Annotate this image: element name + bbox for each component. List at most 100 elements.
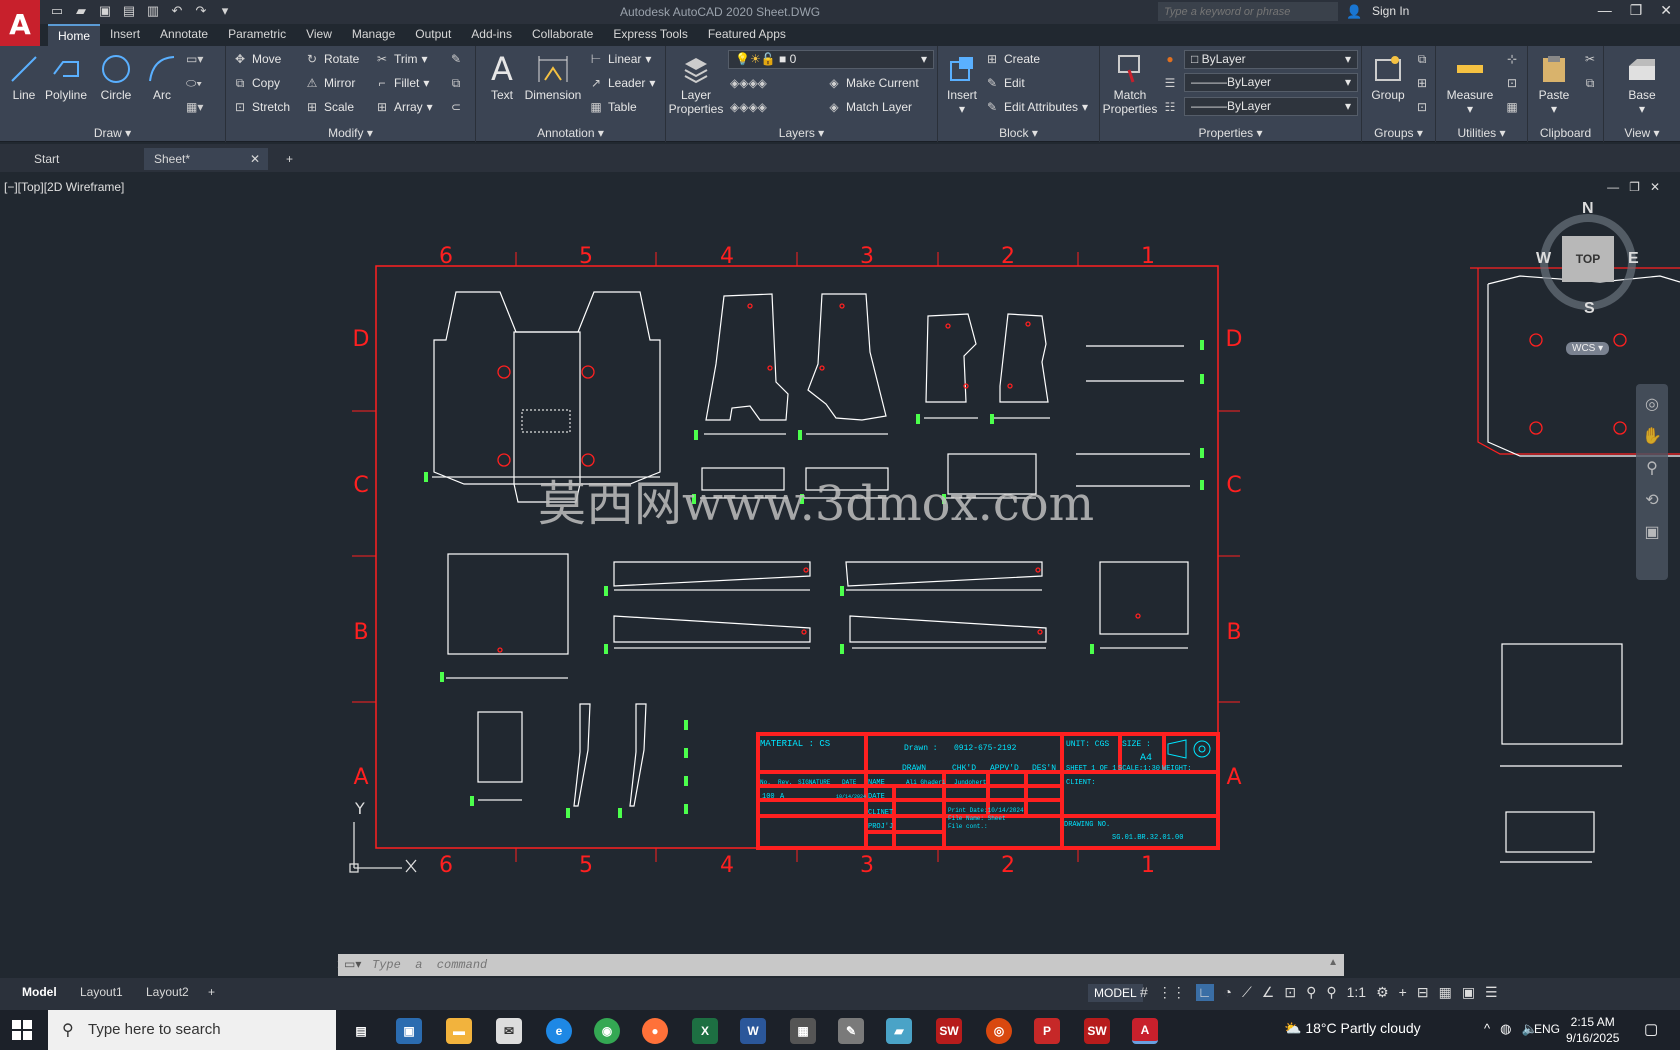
viewcube[interactable]: TOP N S E W: [1536, 200, 1640, 317]
layer-dropdown[interactable]: 💡☀🔓 ■ 0 ▾: [728, 50, 934, 69]
view-panel-title[interactable]: View ▾: [1604, 126, 1680, 140]
array-button[interactable]: ⊞ Array ▾: [374, 100, 433, 114]
windows-start-icon[interactable]: [12, 1020, 32, 1040]
table-button[interactable]: ▦ Table: [588, 100, 636, 114]
redo-icon[interactable]: ↷: [192, 2, 210, 20]
polar-icon[interactable]: ◔: [1224, 984, 1232, 1001]
model-space-button[interactable]: MODEL: [1088, 984, 1143, 1002]
isolate-icon[interactable]: ⊟: [1417, 984, 1429, 1001]
linear-button[interactable]: ⊢ Linear ▾: [588, 52, 652, 66]
tab-express-tools[interactable]: Express Tools: [603, 24, 697, 46]
tab-featured-apps[interactable]: Featured Apps: [698, 24, 796, 46]
color-dropdown[interactable]: □ ByLayer ▾: [1184, 50, 1358, 69]
firefox-icon[interactable]: ●: [642, 1018, 668, 1044]
tab-collaborate[interactable]: Collaborate: [522, 24, 603, 46]
file-explorer-icon[interactable]: ▬: [446, 1018, 472, 1044]
scale-button[interactable]: ⊞ Scale: [304, 100, 354, 114]
tab-sheet[interactable]: Sheet* ✕: [144, 148, 268, 170]
pan-icon[interactable]: ✋: [1642, 426, 1662, 446]
polyline-button[interactable]: Polyline: [42, 52, 90, 102]
tab-layout2[interactable]: Layout2: [146, 985, 189, 999]
settings-gear-icon[interactable]: ⚙: [1376, 984, 1389, 1001]
command-input[interactable]: [372, 956, 1272, 974]
properties-panel-title[interactable]: Properties ▾: [1100, 126, 1361, 140]
match-layer-button[interactable]: ◈ Match Layer: [826, 100, 912, 114]
scale-dropdown[interactable]: 1:1: [1347, 984, 1366, 1001]
tab-model[interactable]: Model: [22, 985, 57, 999]
command-line[interactable]: ▭▾ ▲: [338, 954, 1344, 976]
utilities-panel-title[interactable]: Utilities ▾: [1436, 126, 1527, 140]
make-current-button[interactable]: ◈ Make Current: [826, 76, 918, 90]
osnap-icon[interactable]: ⊡: [1284, 984, 1296, 1001]
paste-button[interactable]: Paste ▾: [1530, 52, 1578, 116]
hatch-icon[interactable]: ▦▾: [186, 100, 203, 114]
tab-insert[interactable]: Insert: [100, 24, 150, 46]
orbit-icon[interactable]: ⟲: [1645, 490, 1658, 510]
groups-panel-title[interactable]: Groups ▾: [1362, 126, 1435, 140]
measure-button[interactable]: Measure ▾: [1442, 52, 1498, 116]
layer-tools-row2[interactable]: ◈◈◈◈: [730, 100, 767, 114]
paint-icon[interactable]: ✎: [838, 1018, 864, 1044]
solidworks2-icon[interactable]: SW: [1084, 1018, 1110, 1044]
compass-north[interactable]: N: [1582, 200, 1594, 218]
wcs-menu[interactable]: WCS ▾: [1566, 342, 1610, 355]
stretch-button[interactable]: ⊡ Stretch: [232, 100, 290, 114]
add-layout-icon[interactable]: +: [208, 985, 215, 999]
linetype-icon[interactable]: ☰: [1162, 76, 1178, 90]
task-view-icon[interactable]: ▤: [348, 1018, 374, 1044]
move-button[interactable]: ✥ Move: [232, 52, 281, 66]
tab-output[interactable]: Output: [405, 24, 461, 46]
block-panel-title[interactable]: Block ▾: [938, 126, 1099, 140]
tab-home[interactable]: Home: [48, 24, 101, 46]
layer-properties-button[interactable]: Layer Properties: [666, 52, 726, 116]
drawing-viewport[interactable]: [−][Top][2D Wireframe] — ❐ ✕ 6 5 4 3 2 1…: [0, 172, 1680, 952]
excel-icon[interactable]: X: [692, 1018, 718, 1044]
network-icon[interactable]: ◍: [1500, 1021, 1511, 1037]
restore-icon[interactable]: ❐: [1630, 2, 1643, 19]
annotation-panel-title[interactable]: Annotation ▾: [476, 126, 665, 140]
clean-screen-icon[interactable]: ▣: [1462, 984, 1475, 1001]
tab-manage[interactable]: Manage: [342, 24, 405, 46]
word-icon[interactable]: W: [740, 1018, 766, 1044]
clipboard-panel-title[interactable]: Clipboard: [1528, 126, 1603, 140]
tab-parametric[interactable]: Parametric: [218, 24, 296, 46]
autocad-taskbar-icon[interactable]: A: [1132, 1018, 1158, 1044]
insert-button[interactable]: Insert ▾: [938, 52, 986, 116]
customize-menu-icon[interactable]: ☰: [1485, 984, 1498, 1001]
viewcube-top-face[interactable]: TOP: [1562, 236, 1614, 282]
customize-qat-icon[interactable]: ▾: [216, 2, 234, 20]
close-icon[interactable]: ✕: [1660, 2, 1672, 19]
command-history-icon[interactable]: ▭▾: [344, 957, 361, 971]
hardware-accel-icon[interactable]: ▦: [1439, 984, 1452, 1001]
tab-annotate[interactable]: Annotate: [150, 24, 218, 46]
lineweight-icon[interactable]: ☷: [1162, 100, 1178, 114]
offset-icon[interactable]: ⊂: [448, 100, 464, 114]
zoom-icon[interactable]: ⚲: [1646, 458, 1658, 478]
ungroup-icon[interactable]: ⧉: [1414, 52, 1430, 66]
match-properties-button[interactable]: Match Properties: [1102, 52, 1158, 116]
plus-icon[interactable]: +: [1399, 984, 1407, 1001]
copy-button[interactable]: ⧉ Copy: [232, 76, 280, 90]
ortho-icon[interactable]: ∟: [1195, 984, 1214, 1001]
mail-icon[interactable]: ✉: [496, 1018, 522, 1044]
group-edit-icon[interactable]: ⊞: [1414, 76, 1430, 90]
fillet-button[interactable]: ⌐ Fillet ▾: [374, 76, 429, 90]
sign-in-link[interactable]: Sign In: [1372, 4, 1409, 18]
store-icon[interactable]: ▣: [396, 1018, 422, 1044]
create-block-button[interactable]: ⊞ Create: [984, 52, 1040, 66]
tab-layout1[interactable]: Layout1: [80, 985, 123, 999]
grid-icon[interactable]: #: [1140, 984, 1148, 1001]
modify-panel-title[interactable]: Modify ▾: [226, 126, 475, 140]
id-point-icon[interactable]: ⊹: [1504, 52, 1520, 66]
record-app-icon[interactable]: ◎: [986, 1018, 1012, 1044]
cad-drawing[interactable]: 6 5 4 3 2 1 6 5 4 3 2 1 D C B A D C B A: [0, 172, 1680, 952]
new-tab-icon[interactable]: +: [276, 148, 303, 170]
tab-add-ins[interactable]: Add-ins: [461, 24, 522, 46]
color-wheel-icon[interactable]: ●: [1162, 52, 1178, 66]
plot-icon[interactable]: ▥: [144, 2, 162, 20]
minimize-icon[interactable]: —: [1598, 2, 1612, 19]
compass-west[interactable]: W: [1536, 250, 1551, 268]
steering-wheel-icon[interactable]: ◎: [1645, 394, 1659, 414]
edit-attributes-button[interactable]: ✎ Edit Attributes ▾: [984, 100, 1088, 114]
solidworks-icon[interactable]: SW: [936, 1018, 962, 1044]
